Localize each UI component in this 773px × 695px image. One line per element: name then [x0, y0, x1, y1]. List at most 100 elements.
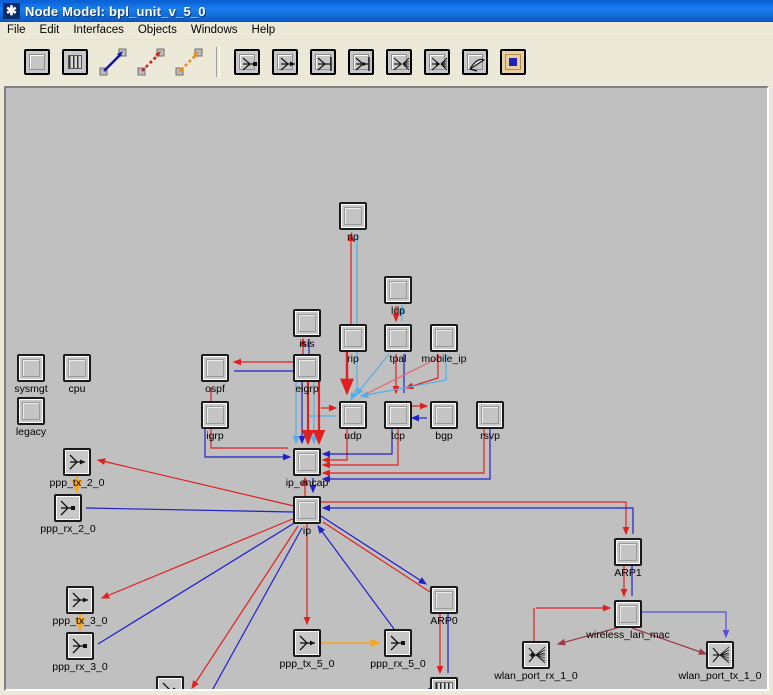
node-body-processor[interactable] [430, 401, 458, 429]
menu-edit[interactable]: Edit [33, 23, 67, 38]
node-mobile_ip[interactable]: mobile_ip [422, 324, 466, 365]
node-body-processor[interactable] [17, 397, 45, 425]
processor-face-icon [206, 359, 224, 377]
create-queue-button[interactable] [60, 47, 90, 77]
node-rip_top[interactable]: rip [339, 202, 367, 243]
radio-tx-icon [712, 646, 730, 664]
node-ppp_rx_2_0[interactable]: ppp_rx_2_0 [40, 494, 96, 535]
node-body-pt-rx[interactable] [54, 494, 82, 522]
node-bgp[interactable]: bgp [430, 401, 458, 442]
node-model-canvas[interactable]: rip ldp isis rip tpal mobile_ip ospf eigrp igrp u… [4, 86, 769, 691]
node-udp[interactable]: udp [339, 401, 367, 442]
node-wlan_port_rx_1_0[interactable]: wlan_port_rx_1_0 [494, 641, 578, 682]
create-point-to-point-receiver-button[interactable] [270, 47, 300, 77]
node-body-processor[interactable] [339, 401, 367, 429]
node-ppp_rx_3_0[interactable]: ppp_rx_3_0 [52, 632, 108, 673]
node-ip_encap[interactable]: ip_encap [286, 448, 328, 489]
node-body-pt-tx[interactable] [293, 629, 321, 657]
node-rip[interactable]: rip [339, 324, 367, 365]
create-processor-button[interactable] [22, 47, 52, 77]
create-antenna-button[interactable] [460, 47, 490, 77]
node-ppp_tx_2_0[interactable]: ppp_tx_2_0 [50, 448, 104, 489]
node-body-radio-rx[interactable] [522, 641, 550, 669]
edit-attributes-button[interactable] [498, 47, 528, 77]
node-body-pt-tx[interactable] [66, 586, 94, 614]
menu-objects[interactable]: Objects [131, 23, 184, 38]
node-body-pt-tx[interactable] [156, 676, 184, 689]
node-body-processor[interactable] [614, 538, 642, 566]
create-radio-transmitter-button[interactable] [384, 47, 414, 77]
node-body-pt-rx[interactable] [384, 629, 412, 657]
window-title: Node Model: bpl_unit_v_5_0 [25, 3, 206, 19]
node-body-processor[interactable] [201, 354, 229, 382]
pt-tx-icon [299, 635, 315, 651]
node-body-processor[interactable] [476, 401, 504, 429]
create-point-to-point-transmitter-button[interactable] [232, 47, 262, 77]
node-glyph [388, 633, 408, 653]
processor-face-icon [389, 406, 407, 424]
create-bus-receiver-button[interactable] [346, 47, 376, 77]
node-body-processor[interactable] [384, 324, 412, 352]
node-body-processor[interactable] [293, 354, 321, 382]
node-body-processor[interactable] [17, 354, 45, 382]
menu-windows[interactable]: Windows [184, 23, 245, 38]
node-body-queue[interactable] [430, 677, 458, 689]
node-body-processor[interactable] [339, 202, 367, 230]
node-ospf[interactable]: ospf [201, 354, 229, 395]
node-glyph [70, 590, 90, 610]
menu-file[interactable]: File [0, 23, 33, 38]
node-rsvp[interactable]: rsvp [476, 401, 504, 442]
node-glyph [70, 636, 90, 656]
menu-help[interactable]: Help [245, 23, 283, 38]
node-body-processor[interactable] [614, 600, 642, 628]
node-label: sysmgt [14, 383, 48, 395]
create-statistic-wire-button[interactable] [136, 47, 166, 77]
node-body-processor[interactable] [384, 401, 412, 429]
create-association-button[interactable] [174, 47, 204, 77]
node-wireless_lan_mac[interactable]: wireless_lan_mac [586, 600, 670, 641]
node-ldp[interactable]: ldp [384, 276, 412, 317]
node-label: ppp_rx_5_0 [370, 658, 426, 670]
node-body-processor[interactable] [293, 496, 321, 524]
node-label: wireless_lan_mac [586, 629, 670, 641]
node-body-processor[interactable] [430, 324, 458, 352]
node-eigrp[interactable]: eigrp [293, 354, 321, 395]
node-ppp_tx_4_0[interactable]: ppp_tx_4_0 [156, 676, 184, 689]
node-ppp_rx_5_0[interactable]: ppp_rx_5_0 [370, 629, 426, 670]
processor-face-icon [206, 406, 224, 424]
node-ip[interactable]: ip [293, 496, 321, 537]
node-body-processor[interactable] [293, 309, 321, 337]
node-wlan_port_tx_1_0[interactable]: wlan_port_tx_1_0 [679, 641, 761, 682]
node-legacy[interactable]: legacy [16, 397, 46, 438]
node-body-processor[interactable] [293, 448, 321, 476]
node-ARP1[interactable]: ARP1 [614, 538, 642, 579]
node-igrp[interactable]: igrp [201, 401, 229, 442]
radio-receiver-icon [431, 57, 448, 71]
node-sysmgt[interactable]: sysmgt [14, 354, 48, 395]
node-cpu[interactable]: cpu [63, 354, 91, 395]
node-label: mobile_ip [421, 353, 467, 365]
create-packet-stream-button[interactable] [98, 47, 128, 77]
node-ppp_tx_5_0[interactable]: ppp_tx_5_0 [280, 629, 334, 670]
menu-interfaces[interactable]: Interfaces [66, 23, 131, 38]
node-body-processor[interactable] [201, 401, 229, 429]
bus-receiver-icon [355, 57, 370, 71]
bus-transmitter-icon [317, 57, 332, 71]
node-body-radio-tx[interactable] [706, 641, 734, 669]
node-body-processor[interactable] [63, 354, 91, 382]
node-tcp[interactable]: tcp [384, 401, 412, 442]
node-body-pt-rx[interactable] [66, 632, 94, 660]
create-bus-transmitter-button[interactable] [308, 47, 338, 77]
node-body-processor[interactable] [384, 276, 412, 304]
pt-rx-icon [60, 500, 75, 516]
node-ppp_tx_3_0[interactable]: ppp_tx_3_0 [53, 586, 107, 627]
node-tpal[interactable]: tpal [384, 324, 412, 365]
node-body-pt-tx[interactable] [63, 448, 91, 476]
create-radio-receiver-button[interactable] [422, 47, 452, 77]
node-isis[interactable]: isis [293, 309, 321, 350]
node-body-processor[interactable] [430, 586, 458, 614]
node-mac0[interactable]: mac0 [430, 677, 458, 689]
node-body-processor[interactable] [339, 324, 367, 352]
node-ARP0[interactable]: ARP0 [430, 586, 458, 627]
node-label: ppp_rx_2_0 [40, 523, 96, 535]
